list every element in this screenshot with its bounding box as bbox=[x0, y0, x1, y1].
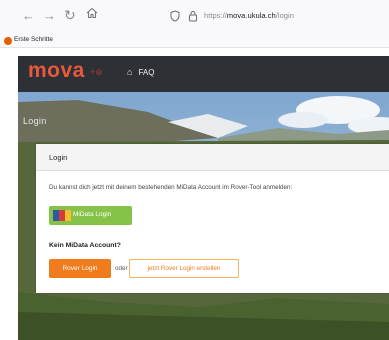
back-arrow-icon[interactable]: ← bbox=[22, 9, 35, 23]
midata-logo-icon bbox=[53, 210, 71, 221]
rover-login-button[interactable]: Rover Login bbox=[49, 259, 111, 278]
address-bar[interactable]: https://mova.ukula.ch/login bbox=[160, 8, 389, 26]
logo-suffix: +⊕ bbox=[90, 67, 103, 77]
url-prefix: https:// bbox=[204, 11, 227, 20]
mova-logo[interactable]: mova bbox=[28, 59, 85, 83]
or-text: oder bbox=[115, 265, 128, 272]
reload-icon[interactable]: ↻ bbox=[64, 8, 76, 22]
forward-arrow-icon[interactable]: → bbox=[43, 9, 56, 23]
login-card-header: Login bbox=[36, 144, 389, 171]
url-host: mova.ukula.ch bbox=[226, 11, 276, 20]
bookmarks-bar: Erste Schritte bbox=[0, 34, 389, 48]
bookmark-erste-schritte[interactable]: Erste Schritte bbox=[14, 36, 53, 43]
no-account-label: Kein MiData Account? bbox=[49, 242, 121, 249]
shield-icon[interactable] bbox=[170, 9, 180, 27]
url-text[interactable]: https://mova.ukula.ch/login bbox=[204, 11, 294, 20]
home-icon[interactable]: ⌂ bbox=[127, 67, 132, 77]
midata-login-button[interactable]: MiData Login bbox=[49, 206, 132, 225]
hero-title: Login bbox=[23, 116, 47, 126]
browser-toolbar: ← → ↻ https://mova.ukula.ch/login bbox=[0, 0, 389, 34]
firefox-icon bbox=[4, 37, 12, 45]
login-card: Login Du kannst dich jetzt mit deinem be… bbox=[36, 144, 389, 293]
nav-faq-label: FAQ bbox=[138, 68, 155, 77]
site-header: mova +⊕ ⌂ FAQ bbox=[18, 56, 389, 92]
nav-faq[interactable]: ⌂ FAQ bbox=[127, 67, 154, 77]
midata-login-label: MiData Login bbox=[73, 211, 112, 218]
login-card-title: Login bbox=[49, 153, 68, 162]
lock-icon[interactable] bbox=[188, 9, 198, 27]
url-path: /login bbox=[275, 11, 294, 20]
login-description: Du kannst dich jetzt mit deinem bestehen… bbox=[49, 184, 293, 191]
home-icon[interactable] bbox=[86, 7, 98, 22]
create-rover-login-button[interactable]: jetzt Rover Login erstellen bbox=[129, 259, 239, 278]
